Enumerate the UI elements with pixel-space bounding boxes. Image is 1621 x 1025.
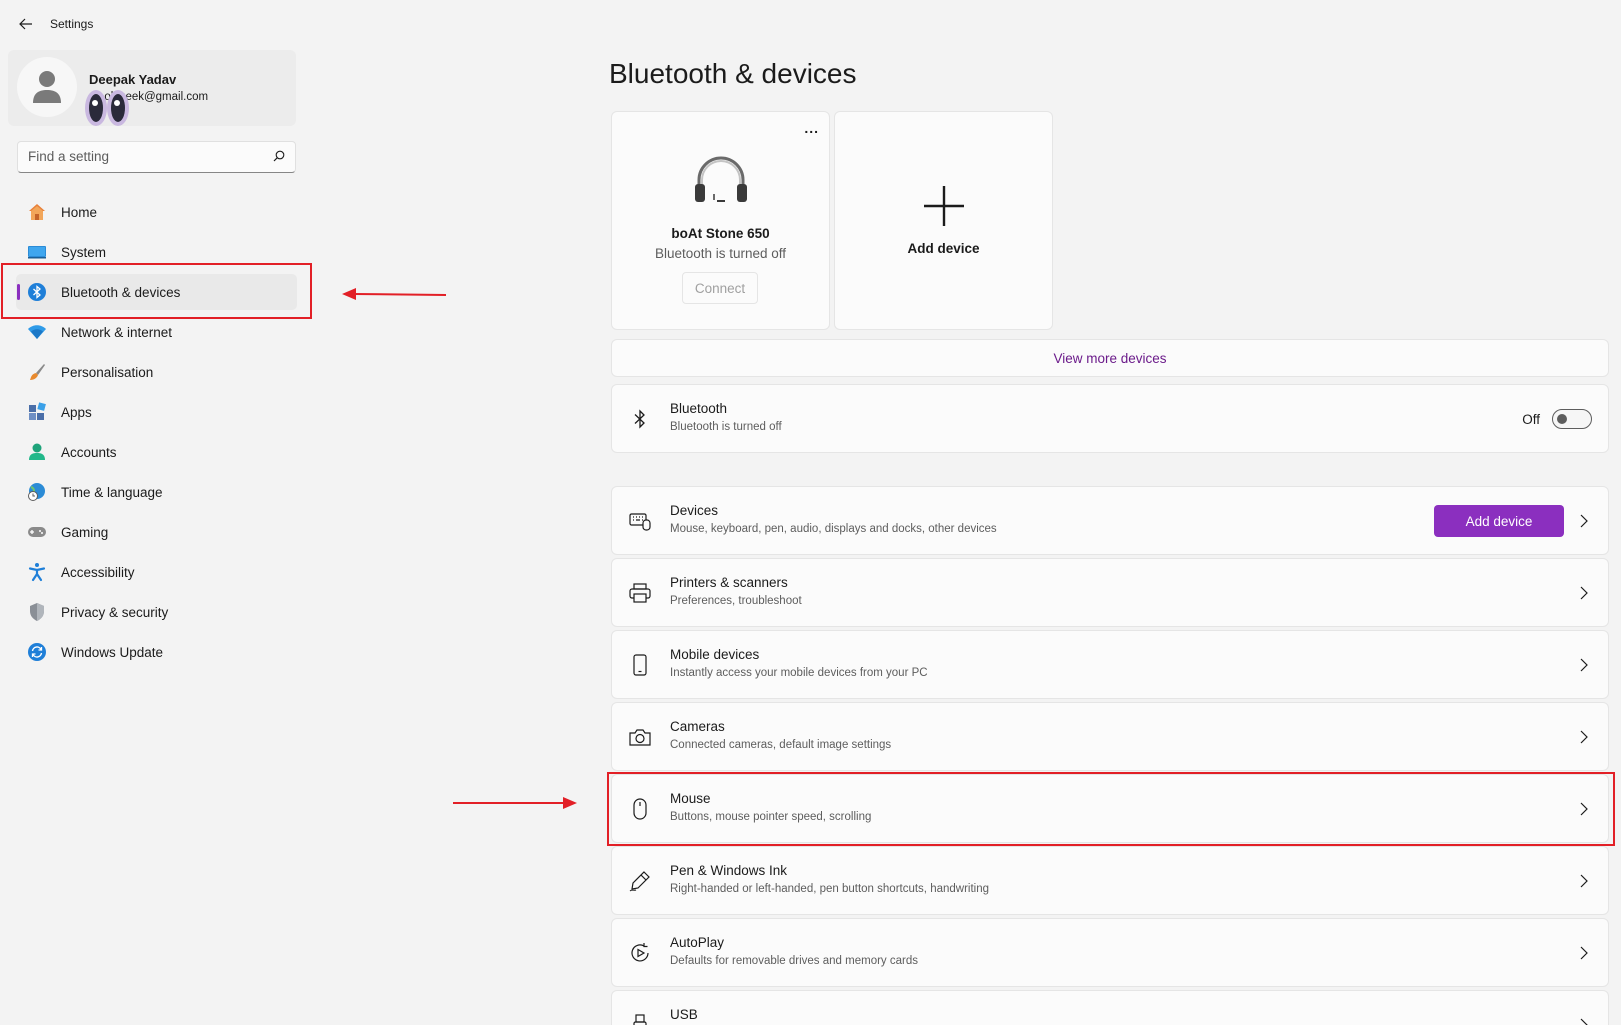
annotation-highlight-mouse (607, 772, 1615, 846)
phone-icon (629, 654, 651, 676)
pen-icon (629, 870, 651, 892)
user-profile[interactable]: Deepak Yadav myolsgeek@gmail.com (8, 50, 296, 126)
add-device-label: Add device (907, 241, 980, 256)
row-subtitle: Connected cameras, default image setting… (670, 739, 892, 751)
device-card[interactable]: ... boAt Stone 650 Bluetooth is turned o… (611, 111, 830, 330)
back-arrow-icon (19, 18, 32, 30)
accessibility-icon (27, 562, 47, 582)
add-device-card[interactable]: Add device (834, 111, 1053, 330)
toggle-state-label: Off (1522, 412, 1540, 427)
row-subtitle: Preferences, troubleshoot (670, 595, 802, 607)
title-bar: Settings (0, 0, 1621, 48)
device-name: boAt Stone 650 (671, 226, 770, 241)
keyboard-mouse-icon (629, 510, 651, 532)
row-title: Cameras (670, 719, 725, 734)
avatar-sticker-icon (85, 90, 129, 126)
app-title: Settings (50, 17, 94, 31)
sidebar-item-privacy-security[interactable]: Privacy & security (16, 594, 297, 630)
search-icon[interactable] (273, 150, 285, 162)
annotation-arrow-right (453, 797, 577, 809)
system-icon (27, 242, 47, 262)
settings-row-usb[interactable]: USB (611, 990, 1609, 1025)
avatar (17, 57, 77, 117)
bluetooth-toggle[interactable] (1552, 409, 1592, 429)
sidebar-item-personalisation[interactable]: Personalisation (16, 354, 297, 390)
bluetooth-title: Bluetooth (670, 401, 728, 416)
headset-icon (695, 156, 747, 202)
sidebar-item-apps[interactable]: Apps (16, 394, 297, 430)
add-device-button[interactable]: Add device (1434, 505, 1564, 537)
update-icon (27, 642, 47, 662)
accounts-icon (27, 442, 47, 462)
person-icon (33, 71, 61, 103)
annotation-arrow-left (342, 288, 446, 300)
page-title: Bluetooth & devices (609, 58, 857, 89)
chevron-right-icon (1580, 1018, 1588, 1025)
chevron-right-icon (1580, 658, 1588, 672)
chevron-right-icon (1580, 874, 1588, 888)
connect-button[interactable]: Connect (682, 272, 758, 304)
apps-icon (27, 402, 47, 422)
row-title: Printers & scanners (670, 575, 788, 590)
user-name: Deepak Yadav (89, 72, 177, 87)
shield-icon (27, 602, 47, 622)
row-title: Mobile devices (670, 647, 760, 662)
settings-row-autoplay[interactable]: AutoPlay Defaults for removable drives a… (611, 918, 1609, 987)
chevron-right-icon (1580, 730, 1588, 744)
row-title: AutoPlay (670, 935, 725, 950)
chevron-right-icon (1580, 586, 1588, 600)
chevron-right-icon (1580, 946, 1588, 960)
device-status: Bluetooth is turned off (654, 246, 787, 261)
usb-icon (629, 1014, 651, 1025)
settings-row-cameras[interactable]: Cameras Connected cameras, default image… (611, 702, 1609, 771)
bluetooth-subtitle: Bluetooth is turned off (670, 421, 782, 433)
autoplay-icon (629, 942, 651, 964)
search-input[interactable] (28, 149, 248, 164)
sidebar-item-gaming[interactable]: Gaming (16, 514, 297, 550)
wifi-icon (27, 322, 47, 342)
chevron-right-icon (1580, 514, 1588, 528)
home-icon (27, 202, 47, 222)
brush-icon (27, 362, 47, 382)
settings-row-mobile-devices[interactable]: Mobile devices Instantly access your mob… (611, 630, 1609, 699)
more-options-button[interactable]: ... (804, 120, 819, 136)
camera-icon (629, 726, 651, 748)
sidebar-item-accounts[interactable]: Accounts (16, 434, 297, 470)
globe-clock-icon (27, 482, 47, 502)
settings-row-pen-windows-ink[interactable]: Pen & Windows Ink Right-handed or left-h… (611, 846, 1609, 915)
gamepad-icon (27, 522, 47, 542)
settings-row-printers-scanners[interactable]: Printers & scanners Preferences, trouble… (611, 558, 1609, 627)
printer-icon (629, 582, 651, 604)
row-title: Devices (670, 503, 719, 518)
bluetooth-toggle-row[interactable]: Bluetooth Bluetooth is turned off Off (611, 384, 1609, 453)
settings-row-devices[interactable]: Devices Mouse, keyboard, pen, audio, dis… (611, 486, 1609, 555)
row-subtitle: Right-handed or left-handed, pen button … (670, 883, 990, 895)
sidebar-item-network[interactable]: Network & internet (16, 314, 297, 350)
row-subtitle: Mouse, keyboard, pen, audio, displays an… (670, 523, 997, 535)
sidebar-item-home[interactable]: Home (16, 194, 297, 230)
row-title: Pen & Windows Ink (670, 863, 788, 878)
row-subtitle: Defaults for removable drives and memory… (670, 955, 918, 967)
sidebar-item-accessibility[interactable]: Accessibility (16, 554, 297, 590)
row-title: USB (670, 1007, 698, 1022)
plus-icon (924, 186, 964, 226)
bluetooth-icon (629, 408, 651, 430)
sidebar-item-windows-update[interactable]: Windows Update (16, 634, 297, 670)
sidebar-item-time-language[interactable]: Time & language (16, 474, 297, 510)
annotation-highlight-sidebar (1, 263, 312, 319)
back-button[interactable] (16, 14, 36, 34)
row-subtitle: Instantly access your mobile devices fro… (670, 667, 928, 679)
search-box[interactable] (17, 141, 296, 173)
view-more-devices-link[interactable]: View more devices (611, 339, 1609, 377)
